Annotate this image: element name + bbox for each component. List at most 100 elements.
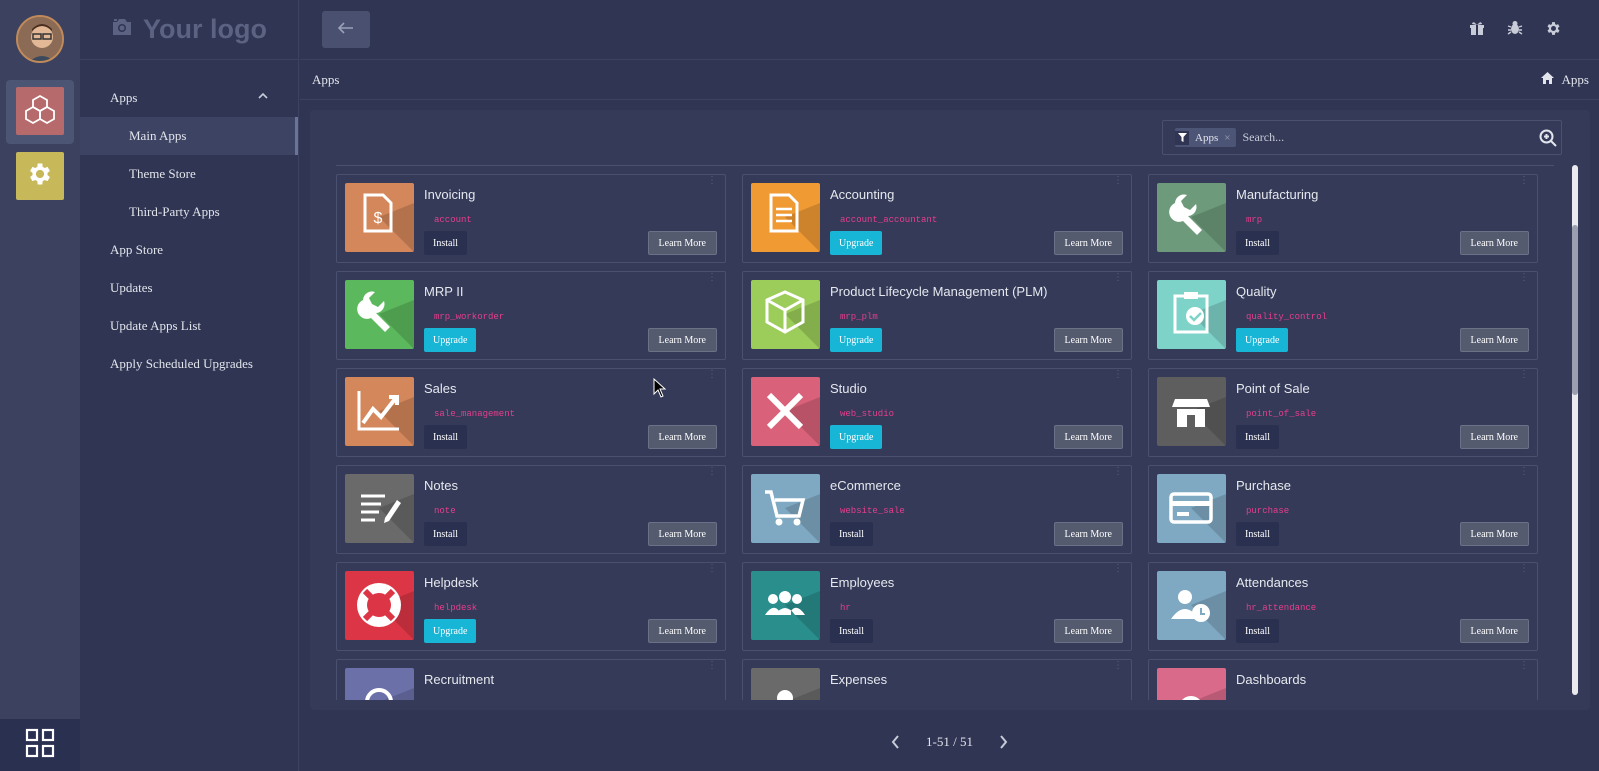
- kebab-menu-icon[interactable]: ⋮: [1113, 273, 1123, 283]
- upgrade-button[interactable]: Upgrade: [830, 425, 883, 449]
- sidebar-item-apps[interactable]: Apps: [80, 79, 298, 117]
- kebab-menu-icon[interactable]: ⋮: [707, 467, 717, 477]
- app-card[interactable]: eCommerce ⋮ website_sale Install Learn More: [742, 465, 1132, 554]
- kebab-menu-icon[interactable]: ⋮: [1519, 467, 1529, 477]
- install-button[interactable]: Install: [830, 522, 873, 546]
- app-card[interactable]: Purchase ⋮ purchase Install Learn More: [1148, 465, 1538, 554]
- install-button[interactable]: Install: [1236, 619, 1279, 643]
- install-button[interactable]: Install: [830, 619, 873, 643]
- app-title: Employees: [830, 575, 895, 590]
- close-icon[interactable]: ×: [1224, 132, 1230, 144]
- app-card[interactable]: Point of Sale ⋮ point_of_sale Install Learn …: [1148, 368, 1538, 457]
- app-card[interactable]: Studio ⋮ web_studio Upgrade Learn More: [742, 368, 1132, 457]
- install-button[interactable]: Install: [424, 425, 467, 449]
- app-card[interactable]: Sales ⋮ sale_management Install Learn More: [336, 368, 726, 457]
- app-card[interactable]: Recruitment ⋮: [336, 659, 726, 700]
- learn-more-button[interactable]: Learn More: [647, 328, 717, 352]
- app-card[interactable]: Employees ⋮ hr Install Learn More: [742, 562, 1132, 651]
- kebab-menu-icon[interactable]: ⋮: [1113, 370, 1123, 380]
- sidebar-item-updates[interactable]: Updates: [80, 269, 298, 307]
- learn-more-button[interactable]: Learn More: [647, 619, 717, 643]
- learn-more-button[interactable]: Learn More: [647, 231, 717, 255]
- upgrade-button[interactable]: Upgrade: [830, 328, 883, 352]
- kebab-menu-icon[interactable]: ⋮: [1519, 176, 1529, 186]
- install-button[interactable]: Install: [1236, 231, 1279, 255]
- learn-more-button[interactable]: Learn More: [647, 522, 717, 546]
- upgrade-button[interactable]: Upgrade: [424, 619, 477, 643]
- breadcrumb-home[interactable]: Apps: [1540, 72, 1589, 88]
- gear-icon[interactable]: [1543, 18, 1563, 38]
- kebab-menu-icon[interactable]: ⋮: [1519, 273, 1529, 283]
- kebab-menu-icon[interactable]: ⋮: [1113, 467, 1123, 477]
- kebab-menu-icon[interactable]: ⋮: [707, 661, 717, 671]
- learn-more-button[interactable]: Learn More: [1459, 425, 1529, 449]
- kebab-menu-icon[interactable]: ⋮: [1113, 564, 1123, 574]
- learn-more-button[interactable]: Learn More: [1053, 231, 1123, 255]
- avatar[interactable]: [16, 15, 64, 63]
- install-button[interactable]: Install: [424, 231, 467, 255]
- sidebar-item-main-apps[interactable]: Main Apps: [80, 117, 298, 155]
- learn-more-button[interactable]: Learn More: [1459, 522, 1529, 546]
- sidebar-item-update-apps-list[interactable]: Update Apps List: [80, 307, 298, 345]
- app-card[interactable]: MRP II ⋮ mrp_workorder Upgrade Learn More: [336, 271, 726, 360]
- settings-module-button[interactable]: [16, 152, 64, 200]
- credit-card-icon: [1157, 474, 1226, 543]
- kebab-menu-icon[interactable]: ⋮: [1113, 661, 1123, 671]
- sidebar-item-theme-store[interactable]: Theme Store: [80, 155, 298, 193]
- apps-module-button[interactable]: [16, 87, 64, 135]
- learn-more-button[interactable]: Learn More: [647, 425, 717, 449]
- app-card[interactable]: $ Invoicing ⋮ account Install Learn More: [336, 174, 726, 263]
- scrollbar[interactable]: [1572, 165, 1578, 695]
- pager-previous-button[interactable]: [888, 734, 902, 749]
- gift-icon[interactable]: [1467, 18, 1487, 38]
- app-title: Studio: [830, 381, 867, 396]
- learn-more-button[interactable]: Learn More: [1053, 522, 1123, 546]
- sidebar-item-app-store[interactable]: App Store: [80, 231, 298, 269]
- upgrade-button[interactable]: Upgrade: [424, 328, 477, 352]
- kebab-menu-icon[interactable]: ⋮: [707, 370, 717, 380]
- app-card[interactable]: Dashboards ⋮: [1148, 659, 1538, 700]
- sidebar-item-apply-scheduled-upgrades[interactable]: Apply Scheduled Upgrades: [80, 345, 298, 383]
- install-button[interactable]: Install: [1236, 522, 1279, 546]
- learn-more-button[interactable]: Learn More: [1459, 328, 1529, 352]
- gauge-icon: [1157, 668, 1226, 700]
- learn-more-button[interactable]: Learn More: [1459, 231, 1529, 255]
- app-card[interactable]: Accounting ⋮ account_accountant Upgrade Lear…: [742, 174, 1132, 263]
- app-card[interactable]: Manufacturing ⋮ mrp Install Learn More: [1148, 174, 1538, 263]
- app-card[interactable]: Helpdesk ⋮ helpdesk Upgrade Learn More: [336, 562, 726, 651]
- search-facet[interactable]: Apps ×: [1175, 128, 1237, 147]
- app-card[interactable]: Product Lifecycle Management (PLM) ⋮ mrp_p…: [742, 271, 1132, 360]
- logo[interactable]: Your logo: [80, 0, 298, 60]
- scrollbar-thumb[interactable]: [1572, 225, 1578, 395]
- install-button[interactable]: Install: [1236, 425, 1279, 449]
- search-zoom-icon[interactable]: [1539, 129, 1557, 147]
- learn-more-button[interactable]: Learn More: [1053, 425, 1123, 449]
- kebab-menu-icon[interactable]: ⋮: [707, 273, 717, 283]
- learn-more-button[interactable]: Learn More: [1053, 328, 1123, 352]
- kebab-menu-icon[interactable]: ⋮: [1519, 564, 1529, 574]
- pager-value[interactable]: 1-51 / 51: [926, 734, 973, 750]
- upgrade-button[interactable]: Upgrade: [830, 231, 883, 255]
- bug-icon[interactable]: [1505, 18, 1525, 38]
- app-card[interactable]: Expenses ⋮: [742, 659, 1132, 700]
- app-switcher-button[interactable]: [0, 719, 80, 771]
- search-bar[interactable]: Apps ×: [1162, 120, 1562, 155]
- kebab-menu-icon[interactable]: ⋮: [1113, 176, 1123, 186]
- upgrade-button[interactable]: Upgrade: [1236, 328, 1289, 352]
- install-button[interactable]: Install: [424, 522, 467, 546]
- learn-more-button[interactable]: Learn More: [1459, 619, 1529, 643]
- search-input[interactable]: [1242, 130, 1523, 145]
- kebab-menu-icon[interactable]: ⋮: [707, 564, 717, 574]
- app-card[interactable]: Quality ⋮ quality_control Upgrade Learn More: [1148, 271, 1538, 360]
- app-card[interactable]: Notes ⋮ note Install Learn More: [336, 465, 726, 554]
- learn-more-button[interactable]: Learn More: [1053, 619, 1123, 643]
- kebab-menu-icon[interactable]: ⋮: [1519, 661, 1529, 671]
- pager-next-button[interactable]: [997, 734, 1011, 749]
- app-title: Accounting: [830, 187, 895, 202]
- app-technical-name: quality_control: [1246, 312, 1328, 322]
- back-button[interactable]: [322, 11, 370, 48]
- kebab-menu-icon[interactable]: ⋮: [707, 176, 717, 186]
- app-card[interactable]: Attendances ⋮ hr_attendance Install Learn Mo…: [1148, 562, 1538, 651]
- sidebar-item-third-party-apps[interactable]: Third-Party Apps: [80, 193, 298, 231]
- kebab-menu-icon[interactable]: ⋮: [1519, 370, 1529, 380]
